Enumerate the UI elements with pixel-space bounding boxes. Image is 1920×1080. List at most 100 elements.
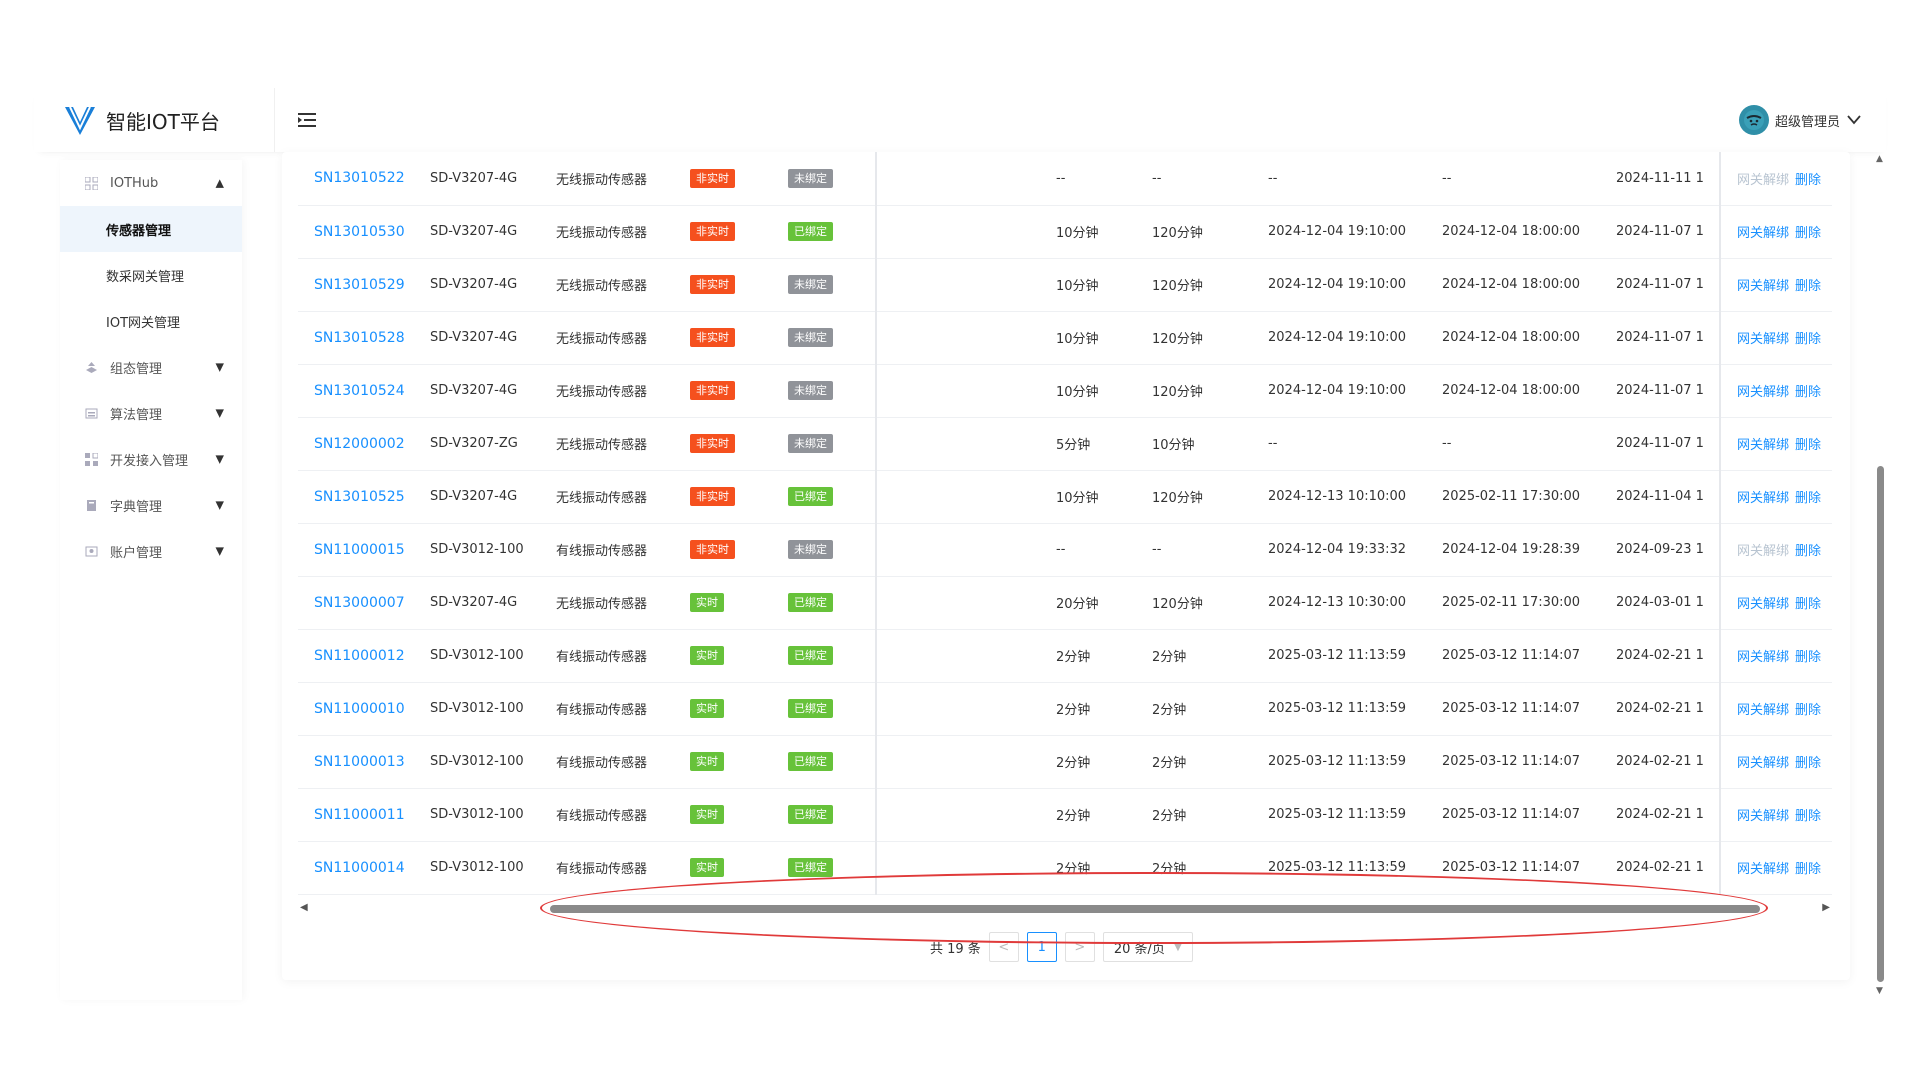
- sidebar-item-iot-gateway-management[interactable]: IOT网关管理: [60, 298, 242, 344]
- sensor-sn-link[interactable]: SN11000013: [298, 735, 414, 789]
- bind-status-badge: 未绑定: [788, 434, 833, 453]
- model-cell: SD-V3207-ZG: [414, 417, 540, 471]
- delete-link[interactable]: 删除: [1795, 438, 1821, 453]
- scroll-down-icon[interactable]: ▼: [1876, 986, 1883, 996]
- gateway-unbind-link[interactable]: 网关解绑: [1737, 438, 1789, 453]
- delete-link[interactable]: 删除: [1795, 703, 1821, 718]
- realtime-cell: 实时: [674, 788, 772, 842]
- time-cell: 2024-12-04 18:00:00: [1426, 311, 1600, 365]
- apps-icon: [84, 452, 98, 466]
- sensor-sn-link[interactable]: SN11000010: [298, 682, 414, 736]
- sidebar-group-account[interactable]: 账户管理 ▼: [60, 528, 242, 574]
- interval-cell: 10分钟: [1040, 311, 1136, 365]
- delete-link[interactable]: 删除: [1795, 862, 1821, 877]
- delete-link[interactable]: 删除: [1795, 756, 1821, 771]
- delete-link[interactable]: 删除: [1795, 491, 1821, 506]
- realtime-cell: 实时: [674, 629, 772, 683]
- actions-cell: 网关解绑 删除: [1719, 682, 1832, 736]
- time-cell: 2024-12-13 10:30:00: [1252, 576, 1426, 630]
- sensor-sn-link[interactable]: SN13000007: [298, 576, 414, 630]
- model-cell: SD-V3012-100: [414, 629, 540, 683]
- menu-collapse-icon[interactable]: [295, 108, 319, 132]
- sensor-sn-link[interactable]: SN11000015: [298, 523, 414, 577]
- sidebar-item-gateway-management[interactable]: 数采网关管理: [60, 252, 242, 298]
- sidebar-group-iothub[interactable]: IOTHub ▲: [60, 160, 242, 206]
- sensor-sn-link[interactable]: SN13010530: [298, 205, 414, 259]
- sidebar-group-developer-access[interactable]: 开发接入管理 ▼: [60, 436, 242, 482]
- gateway-unbind-link[interactable]: 网关解绑: [1737, 597, 1789, 612]
- vertical-scrollbar[interactable]: ▲ ▼: [1876, 154, 1886, 996]
- sensor-sn-link[interactable]: SN13010524: [298, 364, 414, 418]
- horizontal-scroll-thumb[interactable]: [550, 905, 1760, 913]
- scroll-left-icon[interactable]: ◀: [300, 902, 308, 913]
- list-icon: [84, 406, 98, 420]
- sensor-sn-link[interactable]: SN13010529: [298, 258, 414, 312]
- realtime-cell: 非实时: [674, 152, 772, 206]
- page-size-select[interactable]: 20 条/页 ▼: [1102, 932, 1193, 962]
- bind-status-badge: 未绑定: [788, 381, 833, 400]
- table-row: SN11000011 SD-V3012-100 有线振动传感器 实时 已绑定 2分钟 2分钟…: [298, 788, 1832, 842]
- book-icon: [84, 498, 98, 512]
- page-1-button[interactable]: 1: [1026, 932, 1057, 962]
- time-cell: 2024-12-04 19:10:00: [1252, 205, 1426, 259]
- sensor-sn-link[interactable]: SN11000014: [298, 841, 414, 895]
- delete-link[interactable]: 删除: [1795, 650, 1821, 665]
- gateway-unbind-link[interactable]: 网关解绑: [1737, 226, 1789, 241]
- sidebar-group-label: 算法管理: [110, 407, 163, 423]
- gateway-unbind-link[interactable]: 网关解绑: [1737, 332, 1789, 347]
- sensor-type-cell: 有线振动传感器: [540, 788, 674, 842]
- prev-page-button[interactable]: <: [988, 932, 1019, 962]
- realtime-cell: 非实时: [674, 364, 772, 418]
- interval-cell: 5分钟: [1040, 417, 1136, 471]
- time-cell: 2024-12-04 18:00:00: [1426, 364, 1600, 418]
- delete-link[interactable]: 删除: [1795, 597, 1821, 612]
- gateway-unbind-link[interactable]: 网关解绑: [1737, 385, 1789, 400]
- sensor-sn-link[interactable]: SN11000012: [298, 629, 414, 683]
- time-cell: 2024-12-04 18:00:00: [1426, 205, 1600, 259]
- spacer-cell: [876, 152, 1040, 206]
- gateway-unbind-link[interactable]: 网关解绑: [1737, 809, 1789, 824]
- gateway-unbind-link[interactable]: 网关解绑: [1737, 703, 1789, 718]
- user-menu[interactable]: 超级管理员: [1738, 105, 1862, 135]
- delete-link[interactable]: 删除: [1795, 173, 1821, 188]
- realtime-status-badge: 非实时: [690, 540, 735, 559]
- gateway-unbind-link[interactable]: 网关解绑: [1737, 756, 1789, 771]
- scroll-up-icon[interactable]: ▲: [1876, 154, 1883, 164]
- sidebar-group-algorithm[interactable]: 算法管理 ▼: [60, 390, 242, 436]
- horizontal-scrollbar[interactable]: ◀ ▶: [300, 902, 1830, 916]
- delete-link[interactable]: 删除: [1795, 544, 1821, 559]
- gateway-unbind-link[interactable]: 网关解绑: [1737, 862, 1789, 877]
- sensor-sn-link[interactable]: SN13010525: [298, 470, 414, 524]
- sensor-sn-link[interactable]: SN13010528: [298, 311, 414, 365]
- interval-cell: 120分钟: [1136, 205, 1252, 259]
- gateway-unbind-link[interactable]: 网关解绑: [1737, 650, 1789, 665]
- brand-logo[interactable]: 智能IOT平台: [34, 88, 274, 152]
- delete-link[interactable]: 删除: [1795, 809, 1821, 824]
- sidebar-group-label: IOTHub: [110, 175, 159, 191]
- sensor-sn-link[interactable]: SN13010522: [298, 152, 414, 206]
- sensor-type-cell: 无线振动传感器: [540, 311, 674, 365]
- next-page-button[interactable]: >: [1064, 932, 1095, 962]
- delete-link[interactable]: 删除: [1795, 279, 1821, 294]
- sidebar-group-configuration[interactable]: 组态管理 ▼: [60, 344, 242, 390]
- top-header: 智能IOT平台 超级管理员: [34, 88, 1886, 152]
- spacer-cell: [876, 205, 1040, 259]
- sidebar-group-dictionary[interactable]: 字典管理 ▼: [60, 482, 242, 528]
- sensor-table[interactable]: SN13010522 SD-V3207-4G 无线振动传感器 非实时 未绑定 -- -- --…: [298, 152, 1832, 898]
- scroll-right-icon[interactable]: ▶: [1822, 902, 1830, 913]
- realtime-cell: 非实时: [674, 523, 772, 577]
- sensor-sn-link[interactable]: SN11000011: [298, 788, 414, 842]
- delete-link[interactable]: 删除: [1795, 226, 1821, 241]
- table-row: SN13010529 SD-V3207-4G 无线振动传感器 非实时 未绑定 10分钟 12…: [298, 258, 1832, 312]
- delete-link[interactable]: 删除: [1795, 332, 1821, 347]
- table-row: SN11000010 SD-V3012-100 有线振动传感器 实时 已绑定 2分钟 2分钟…: [298, 682, 1832, 736]
- gateway-unbind-link[interactable]: 网关解绑: [1737, 491, 1789, 506]
- actions-cell: 网关解绑 删除: [1719, 311, 1832, 365]
- model-cell: SD-V3012-100: [414, 841, 540, 895]
- vertical-scroll-thumb[interactable]: [1877, 466, 1884, 982]
- delete-link[interactable]: 删除: [1795, 385, 1821, 400]
- gateway-unbind-link[interactable]: 网关解绑: [1737, 279, 1789, 294]
- time-cell: --: [1252, 417, 1426, 471]
- sidebar-item-sensor-management[interactable]: 传感器管理: [60, 206, 242, 252]
- sensor-sn-link[interactable]: SN12000002: [298, 417, 414, 471]
